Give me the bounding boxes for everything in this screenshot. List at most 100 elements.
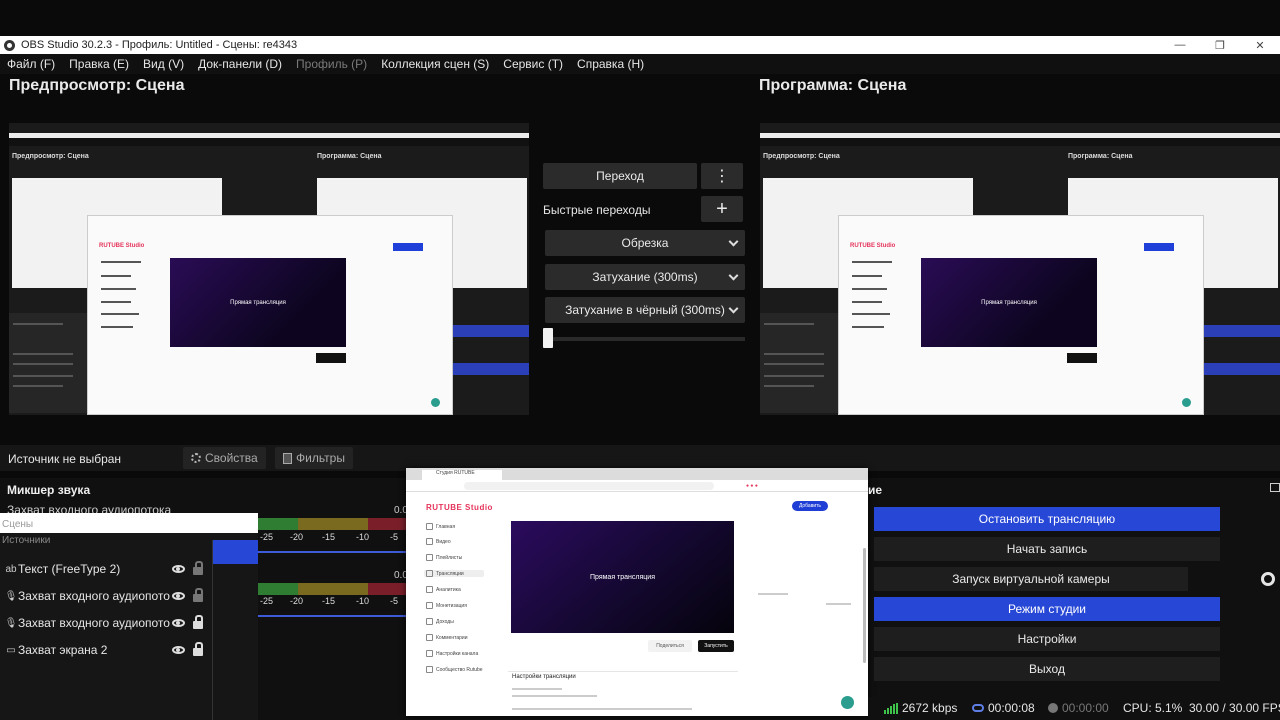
status-bar: 2672 kbps 00:00:08 00:00:00 CPU: 5.1% 30… <box>868 697 1280 720</box>
lock-icon[interactable] <box>193 642 203 656</box>
menu-bar: Файл (F) Правка (E) Вид (V) Док-панели (… <box>0 54 1280 74</box>
settings-button[interactable]: Настройки <box>874 627 1220 651</box>
properties-button[interactable]: Свойства <box>183 447 266 469</box>
signal-bars-icon <box>884 702 898 714</box>
menu-tools[interactable]: Сервис (T) <box>496 57 570 71</box>
nav-item[interactable]: Видео <box>426 538 451 545</box>
scrollbar[interactable] <box>863 548 866 663</box>
nav-item[interactable]: Аналитика <box>426 586 461 593</box>
stream-icon <box>972 704 984 712</box>
dock-divider <box>212 540 213 720</box>
transition-fade-select[interactable]: Затухание (300ms) <box>545 264 745 290</box>
studio-mode-button[interactable]: Режим студии <box>874 597 1220 621</box>
nav-item[interactable]: Доходы <box>426 618 454 625</box>
nav-item[interactable]: Сообщество Rutube <box>426 666 483 673</box>
mini-video-area: Прямая трансляция <box>170 258 346 347</box>
filters-button[interactable]: Фильтры <box>275 447 353 469</box>
cpu-status: CPU: 5.1% <box>1123 701 1183 715</box>
rutube-logo: RUTUBE Studio <box>426 503 493 512</box>
stream-time-value: 00:00:08 <box>988 701 1035 715</box>
mini-program-title: Программа: Сцена <box>317 153 382 160</box>
nav-item[interactable]: Главная <box>426 523 455 530</box>
menu-profile[interactable]: Профиль (P) <box>289 57 374 71</box>
address-bar[interactable] <box>464 482 714 490</box>
stream-settings-title: Настройки трансляции <box>512 674 576 680</box>
close-button[interactable]: ✕ <box>1240 36 1280 54</box>
menu-edit[interactable]: Правка (E) <box>62 57 136 71</box>
source-item[interactable]: 🎙 Захват входного аудиопотока <box>0 583 213 609</box>
menu-view[interactable]: Вид (V) <box>136 57 191 71</box>
stop-streaming-button[interactable]: Остановить трансляцию <box>874 507 1220 531</box>
exit-button[interactable]: Выход <box>874 657 1220 681</box>
preview-display[interactable]: Предпросмотр: Сцена Программа: Сцена RUT… <box>9 123 529 415</box>
dock-float-icon[interactable] <box>1270 483 1280 492</box>
selected-scene-highlight <box>213 540 258 564</box>
source-item-label: Захват экрана 2 <box>18 643 108 657</box>
fps-status: 30.00 / 30.00 FPS <box>1189 701 1280 715</box>
audio-meter-2 <box>258 583 408 595</box>
share-button[interactable]: Поделиться <box>648 640 692 652</box>
chat-fab-icon[interactable] <box>841 696 854 709</box>
gear-icon[interactable] <box>1261 572 1275 586</box>
source-item-label: Захват входного аудиопотока <box>18 616 170 630</box>
rec-time-status: 00:00:00 <box>1048 701 1109 715</box>
video-player[interactable]: Прямая трансляция <box>511 521 734 633</box>
eye-icon[interactable] <box>172 592 185 600</box>
eye-icon[interactable] <box>172 646 185 654</box>
bitrate-status: 2672 kbps <box>884 701 957 715</box>
window-title: OBS Studio 30.2.3 - Профиль: Untitled - … <box>21 39 298 51</box>
gear-icon <box>191 453 201 463</box>
filters-label: Фильтры <box>296 451 345 465</box>
controls-title: ие <box>868 483 883 497</box>
start-stream-button[interactable]: Запустить <box>698 640 734 652</box>
minimize-button[interactable]: — <box>1160 36 1200 54</box>
audio-meter-1 <box>258 518 408 530</box>
text-source-icon: ab <box>5 563 17 575</box>
tbar-handle[interactable] <box>543 328 553 348</box>
add-transition-icon[interactable]: + <box>701 196 743 222</box>
eye-icon[interactable] <box>172 565 185 573</box>
stream-time-status: 00:00:08 <box>972 701 1035 715</box>
red-link[interactable]: ● ● ● <box>746 483 758 489</box>
source-item[interactable]: ab Текст (FreeType 2) <box>0 556 213 582</box>
maximize-button[interactable]: ❐ <box>1200 36 1240 54</box>
source-item[interactable]: 🎙 Захват входного аудиопотока <box>0 610 213 636</box>
nav-item[interactable]: Плейлисты <box>426 554 462 561</box>
tbar-track[interactable] <box>543 337 745 341</box>
source-item[interactable]: ▭ Захват экрана 2 <box>0 637 213 663</box>
transition-fade-black-select[interactable]: Затухание в чёрный (300ms) <box>545 297 745 323</box>
browser-tab[interactable]: Студия RUTUBE <box>422 470 502 480</box>
sources-label: Источники <box>2 535 51 546</box>
transition-fade-label: Затухание (300ms) <box>592 270 698 284</box>
nav-item[interactable]: Настройки канала <box>426 650 478 657</box>
lock-icon[interactable] <box>193 615 203 629</box>
browser-window-preview[interactable]: Студия RUTUBE RUTUBE Studio Главная Виде… <box>406 468 868 716</box>
nav-item[interactable]: Монетизация <box>426 602 467 609</box>
start-recording-button[interactable]: Начать запись <box>874 537 1220 561</box>
transition-cut-select[interactable]: Обрезка <box>545 230 745 256</box>
filter-icon <box>283 452 292 464</box>
window-titlebar: OBS Studio 30.2.3 - Профиль: Untitled - … <box>0 36 1280 54</box>
no-source-selected: Источник не выбран <box>8 452 122 466</box>
add-button[interactable]: Добавить <box>792 501 828 511</box>
nav-item[interactable]: Комментарии <box>426 634 468 641</box>
start-virtual-camera-button[interactable]: Запуск виртуальной камеры <box>874 567 1188 591</box>
volume-slider-1[interactable] <box>258 551 408 553</box>
bitrate-value: 2672 kbps <box>902 701 958 715</box>
properties-label: Свойства <box>205 451 258 465</box>
menu-scene-collection[interactable]: Коллекция сцен (S) <box>374 57 496 71</box>
nav-item-active[interactable]: Трансляции <box>424 570 484 577</box>
menu-docks[interactable]: Док-панели (D) <box>191 57 289 71</box>
eye-icon[interactable] <box>172 619 185 627</box>
volume-slider-2[interactable] <box>258 615 408 617</box>
program-display[interactable]: Предпросмотр: Сцена Программа: Сцена RUT… <box>760 123 1280 415</box>
transition-menu-icon[interactable]: ⋮ <box>701 163 743 189</box>
menu-help[interactable]: Справка (H) <box>570 57 651 71</box>
rec-time-value: 00:00:00 <box>1062 701 1109 715</box>
menu-file[interactable]: Файл (F) <box>0 57 62 71</box>
quick-transitions-label: Быстрые переходы <box>543 203 651 217</box>
transition-button[interactable]: Переход <box>543 163 697 189</box>
unlock-icon[interactable] <box>193 561 203 575</box>
display-capture-icon: ▭ <box>6 644 16 656</box>
unlock-icon[interactable] <box>193 588 203 602</box>
